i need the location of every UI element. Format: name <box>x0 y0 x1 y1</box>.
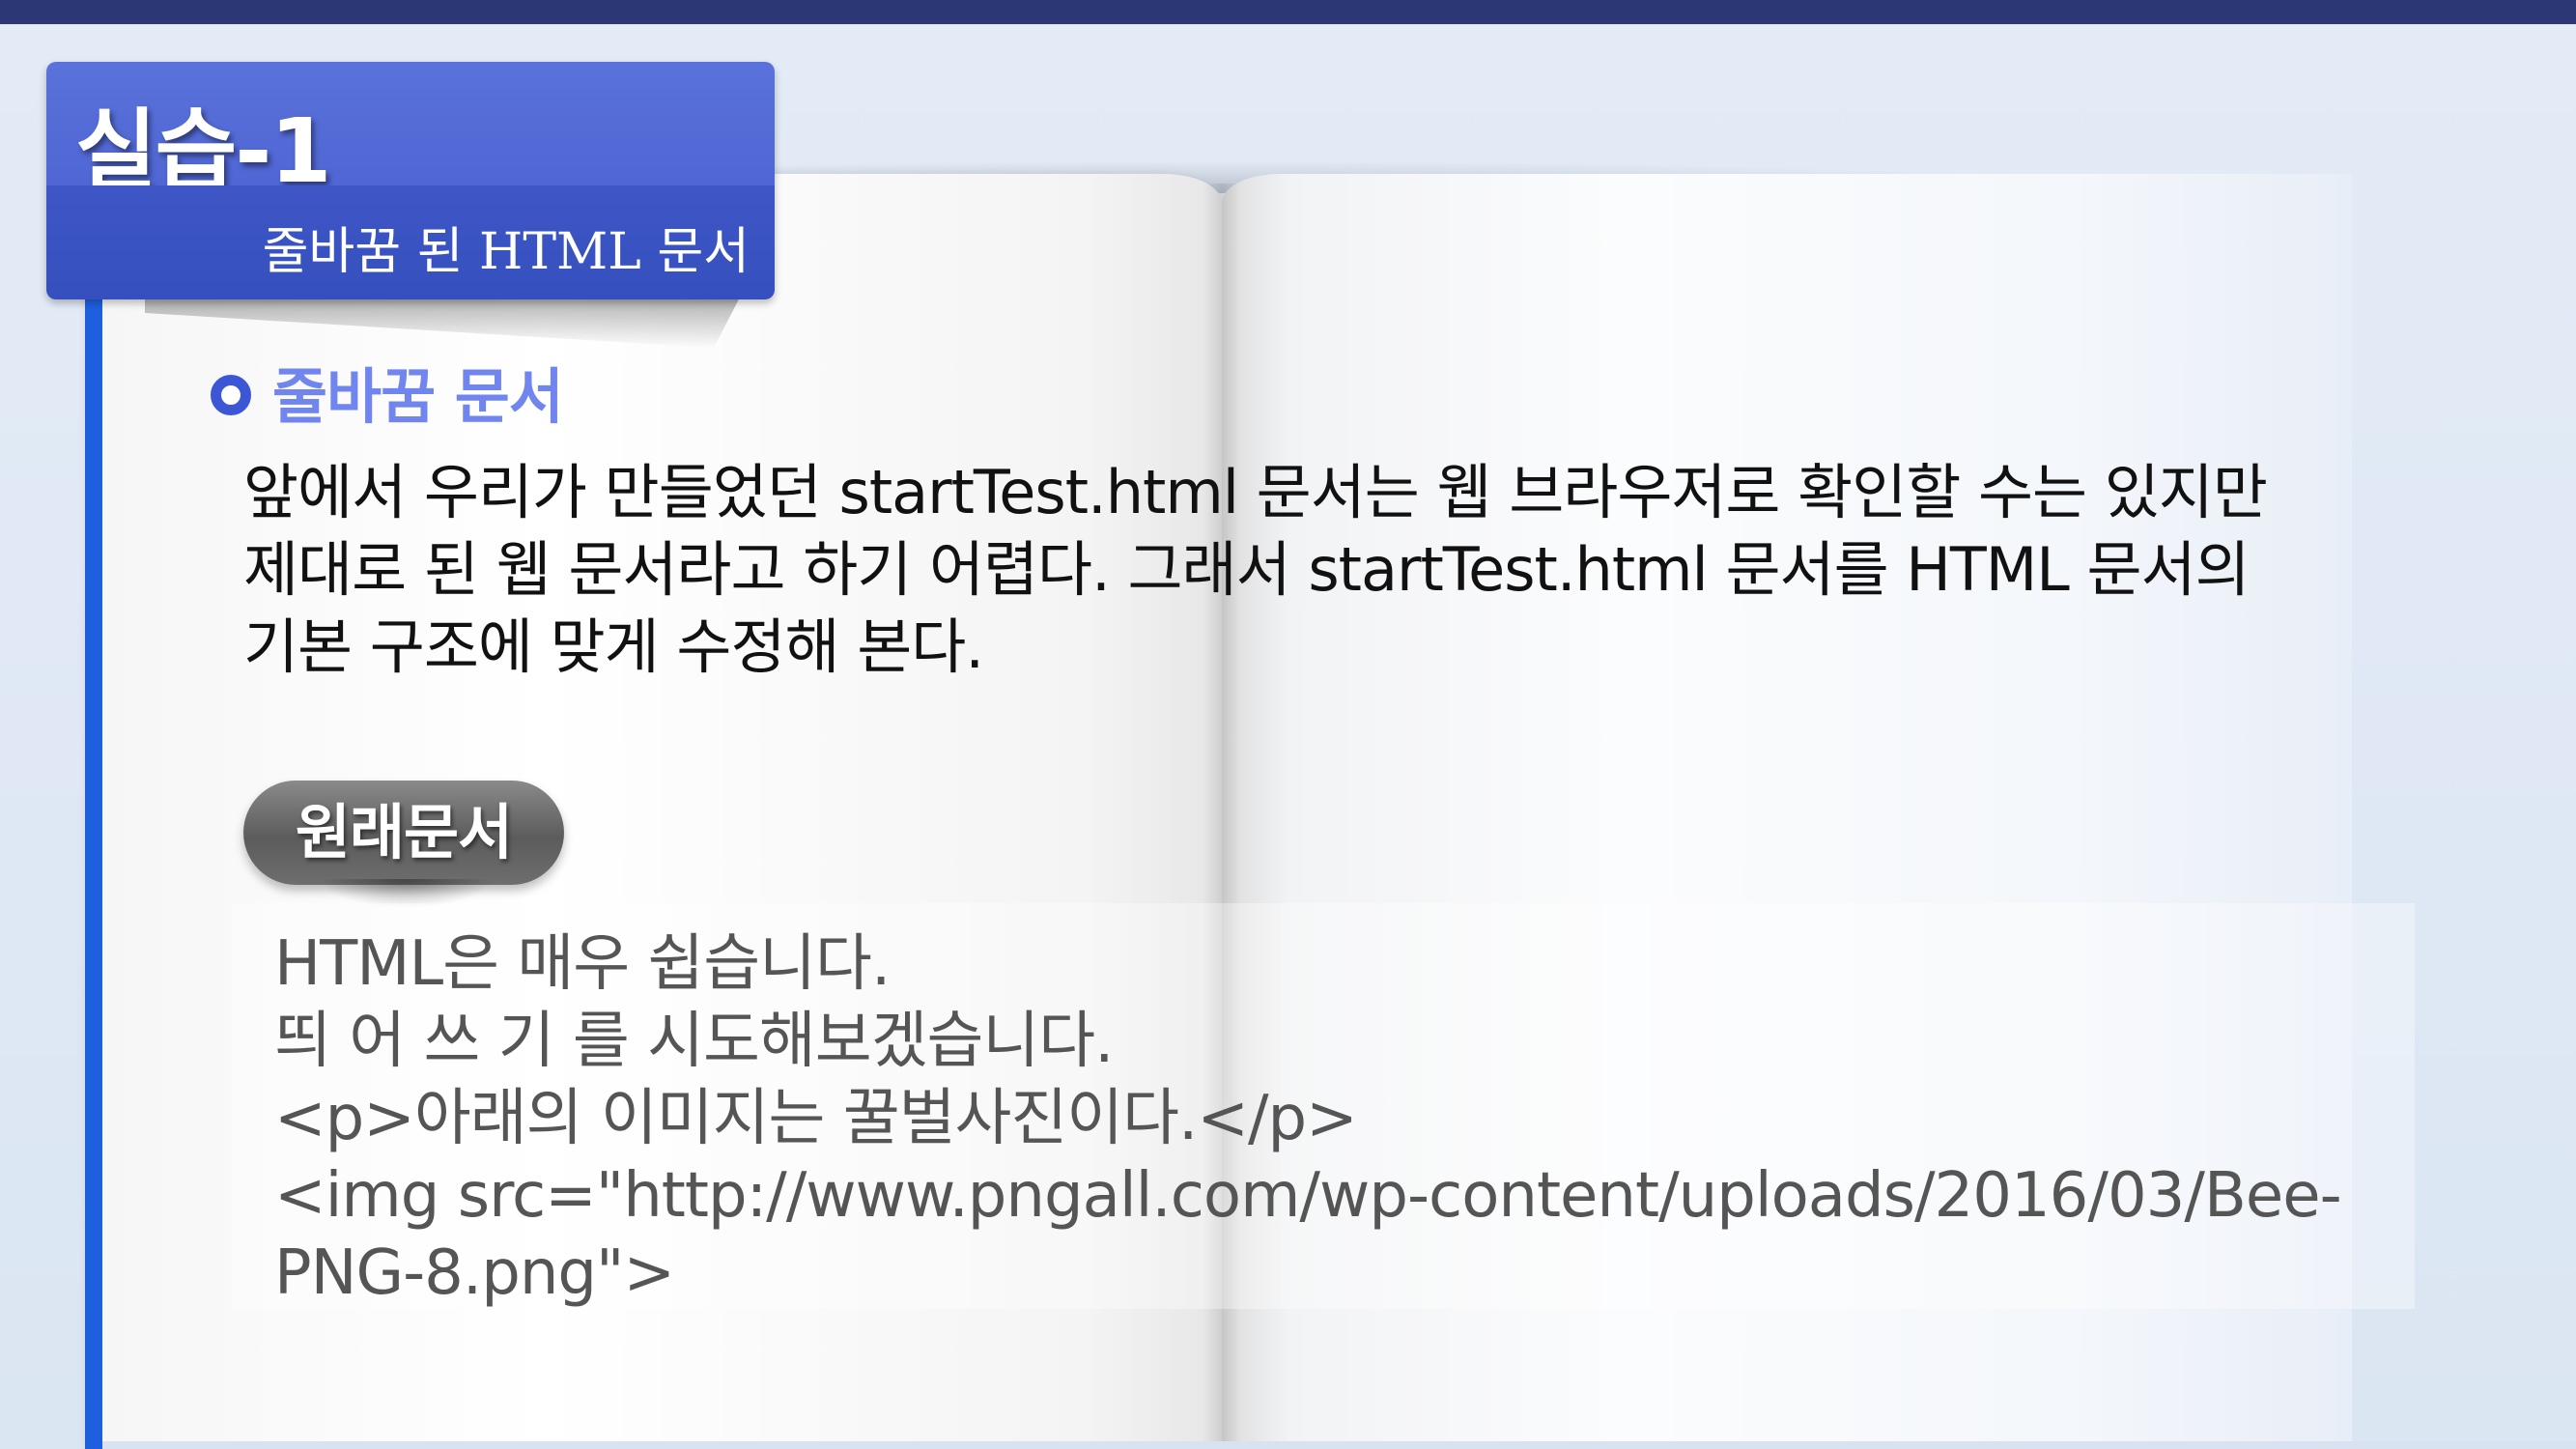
paragraph-line: 기본 구조에 맞게 수정해 본다. <box>243 611 984 682</box>
code-line: <p>아래의 이미지는 꿀벌사진이다.</p> <box>274 1083 1358 1154</box>
section-heading: 줄바꿈 문서 <box>272 361 564 432</box>
slide-subtitle: 줄바꿈 된 HTML 문서 <box>262 223 750 281</box>
title-tab: 실습-1 줄바꿈 된 HTML 문서 <box>46 62 775 299</box>
code-line: PNG-8.png"> <box>274 1237 675 1309</box>
original-document-badge: 원래문서 <box>243 781 564 885</box>
paragraph-line: 앞에서 우리가 만들었던 startTest.html 문서는 웹 브라우저로 … <box>243 457 2268 527</box>
code-line: <img src="http://www.pngall.com/wp-conte… <box>274 1160 2342 1232</box>
description-paragraph: 앞에서 우리가 만들었던 startTest.html 문서는 웹 브라우저로 … <box>243 454 2368 686</box>
circle-bullet-icon <box>211 375 251 415</box>
code-line: HTML은 매우 쉽습니다. <box>274 928 891 1000</box>
top-bar <box>0 0 2576 24</box>
paragraph-line: 제대로 된 웹 문서라고 하기 어렵다. 그래서 startTest.html … <box>243 534 2250 605</box>
code-line: 띄 어 쓰 기 를 시도해보겠습니다. <box>274 1006 1115 1077</box>
original-code: HTML은 매우 쉽습니다. 띄 어 쓰 기 를 시도해보겠습니다. <p>아래… <box>274 925 2342 1312</box>
bottom-strip <box>92 1441 2576 1449</box>
left-accent-bar <box>85 290 102 1449</box>
badge-label: 원래문서 <box>295 797 513 867</box>
